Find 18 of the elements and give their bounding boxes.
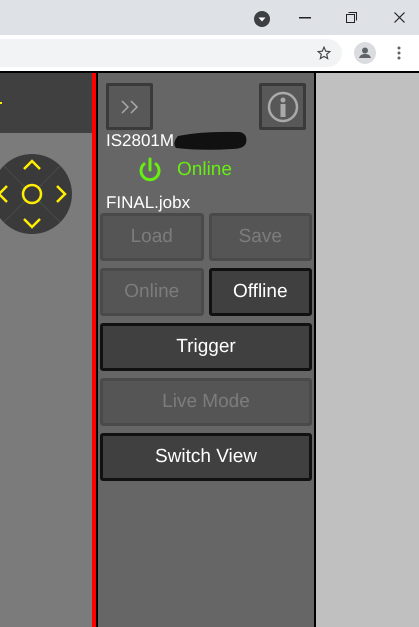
job-file-name: FINAL.jobx [105,192,192,212]
restore-icon[interactable] [346,12,357,23]
minimize-icon[interactable] [299,16,311,18]
device-name: IS2801M [106,130,174,152]
info-icon [266,90,298,122]
direction-pad-icon[interactable] [0,153,73,235]
action-button[interactable]: Trigger [100,323,312,371]
double-chevron-icon [120,100,140,114]
action-button[interactable]: Offline [208,268,312,316]
close-icon[interactable] [394,12,405,23]
more-icon[interactable] [397,46,401,60]
action-button[interactable]: Switch View [100,433,312,481]
avatar-icon[interactable] [354,42,376,64]
info-button[interactable] [259,83,306,130]
expand-button[interactable] [106,83,153,130]
connection-status: Online [177,158,232,182]
profile-menu-icon[interactable] [254,10,270,26]
star-icon[interactable] [317,46,331,60]
